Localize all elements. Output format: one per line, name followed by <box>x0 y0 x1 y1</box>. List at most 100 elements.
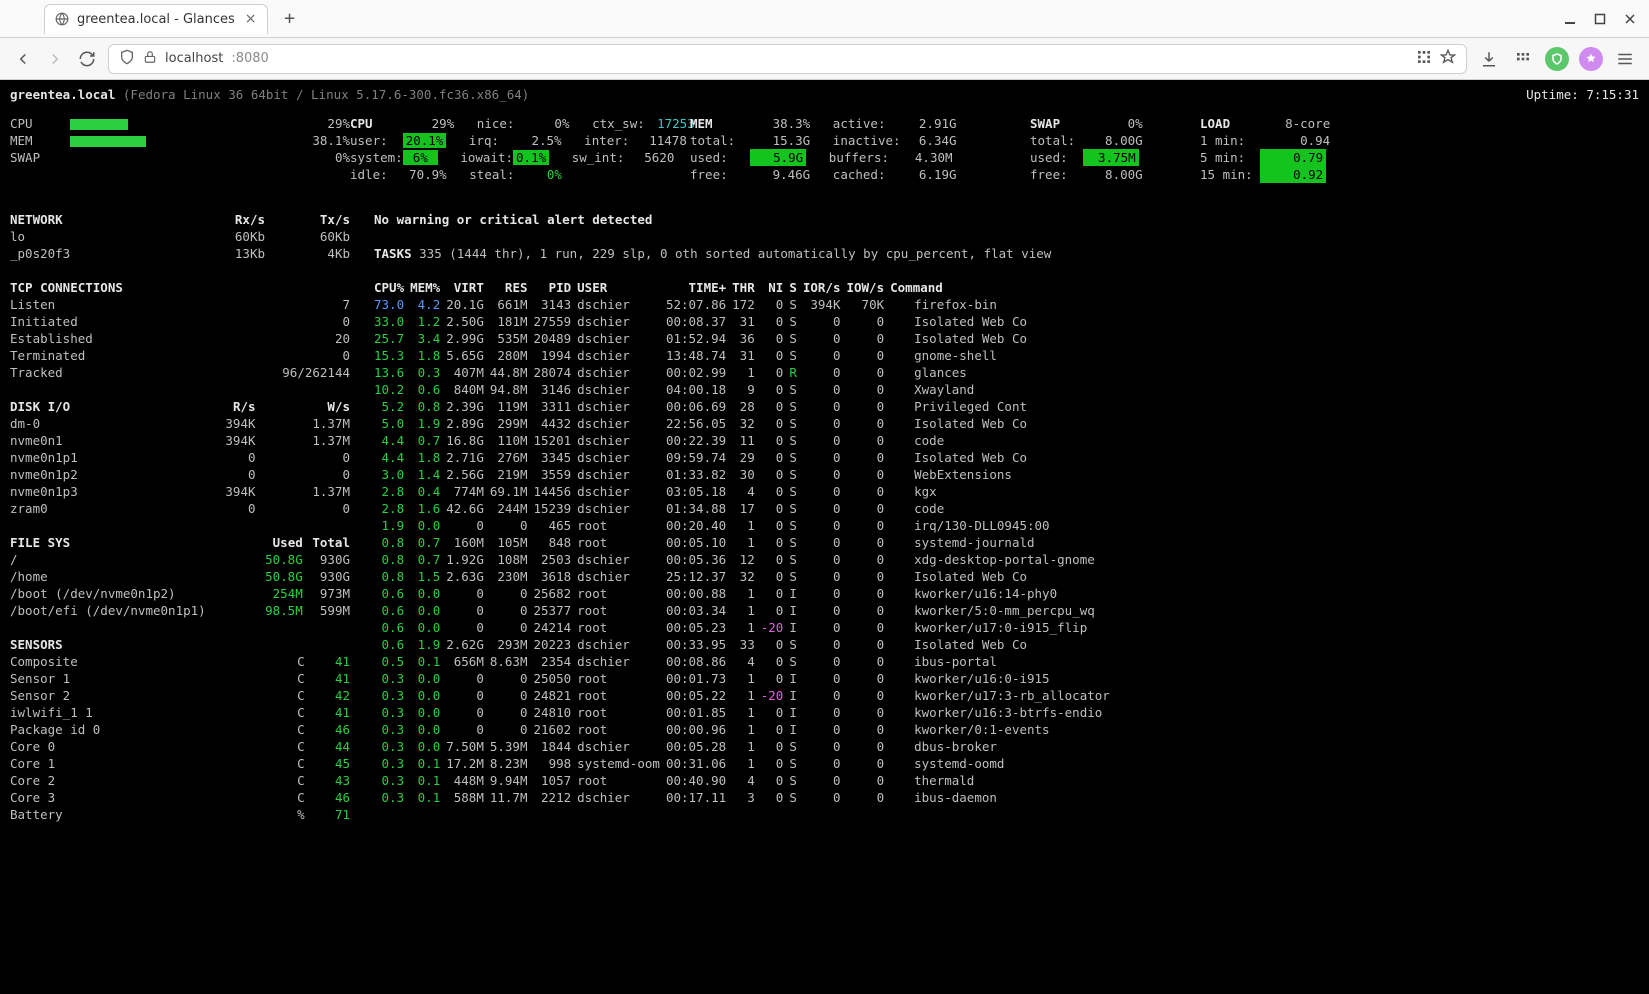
task-header-command: Command <box>890 279 1116 296</box>
cpu-system: 6% <box>403 150 438 165</box>
task-header-iors: IOR/s <box>803 279 847 296</box>
task-row[interactable]: 25.73.42.99G535M20489dschier01:52.94360S… <box>374 330 1116 347</box>
forward-button[interactable] <box>44 48 66 70</box>
task-row[interactable]: 0.30.1588M11.7M2212dschier00:17.1130S00i… <box>374 789 1116 806</box>
diskio-table: DISK I/OR/sW/s dm-0394K1.37Mnvme0n1394K1… <box>10 398 350 517</box>
mem-used: 5.9G <box>750 149 806 166</box>
task-row[interactable]: 0.61.92.62G293M20223dschier00:33.95330S0… <box>374 636 1116 653</box>
task-row[interactable]: 0.60.00025682root00:00.8810I00kworker/u1… <box>374 585 1116 602</box>
network-table: NETWORKRx/sTx/s lo60Kb60Kb_p0s20f313Kb4K… <box>10 211 350 262</box>
task-row[interactable]: 0.30.1448M9.94M1057root00:40.9040S00ther… <box>374 772 1116 789</box>
task-row[interactable]: 2.80.4774M69.1M14456dschier03:05.1840S00… <box>374 483 1116 500</box>
tasks-summary: 335 (1444 thr), 1 run, 229 slp, 0 oth so… <box>419 246 1051 261</box>
back-button[interactable] <box>12 48 34 70</box>
task-row[interactable]: 0.80.7160M105M848root00:05.1010S00system… <box>374 534 1116 551</box>
new-tab-button[interactable]: + <box>278 7 302 31</box>
tab-title: greentea.local - Glances <box>77 12 235 27</box>
alert-line: No warning or critical alert detected <box>374 211 1639 228</box>
window-minimize-button[interactable] <box>1557 6 1583 32</box>
mem-pct2: 38.3% <box>750 115 810 132</box>
task-row[interactable]: 4.41.82.71G276M3345dschier09:59.74290S00… <box>374 449 1116 466</box>
task-row[interactable]: 0.30.00024810root00:01.8510I00kworker/u1… <box>374 704 1116 721</box>
task-header-thr: THR <box>732 279 761 296</box>
load-1: 0.94 <box>1260 132 1330 149</box>
task-row[interactable]: 1.90.000465root00:20.4010S00irq/130-DLL0… <box>374 517 1116 534</box>
reload-button[interactable] <box>76 48 98 70</box>
table-row: nvme0n1p100 <box>10 449 350 466</box>
cpu-inter: 11478 <box>637 132 687 149</box>
downloads-button[interactable] <box>1477 47 1501 71</box>
close-tab-icon[interactable]: × <box>245 12 257 26</box>
window-close-button[interactable] <box>1617 6 1643 32</box>
task-row[interactable]: 5.20.82.39G119M3311dschier00:06.69280S00… <box>374 398 1116 415</box>
task-row[interactable]: 5.01.92.89G299M4432dschier22:56.05320S00… <box>374 415 1116 432</box>
table-row: /boot (/dev/nvme0n1p2)254M973M <box>10 585 350 602</box>
fs-table: FILE SYSUsedTotal /50.8G930G/home50.8G93… <box>10 534 350 619</box>
glances-page: greentea.local (Fedora Linux 36 64bit / … <box>0 80 1649 994</box>
task-row[interactable]: 0.30.00024821root00:05.221-20I00kworker/… <box>374 687 1116 704</box>
sensors-table: SENSORS CompositeC41Sensor 1C41Sensor 2C… <box>10 636 350 823</box>
table-row: /50.8G930G <box>10 551 350 568</box>
task-row[interactable]: 73.04.220.1G661M3143dschier52:07.861720S… <box>374 296 1116 313</box>
task-row[interactable]: 0.60.00025377root00:03.3410I00kworker/5:… <box>374 602 1116 619</box>
table-row: Sensor 1C41 <box>10 670 350 687</box>
table-row: nvme0n1p200 <box>10 466 350 483</box>
top-stats-grid: CPU29% MEM38.1% SWAP0% CPU 29% nice: 0% … <box>10 115 1639 183</box>
table-row: Sensor 2C42 <box>10 687 350 704</box>
shield-icon[interactable] <box>119 49 135 69</box>
url-bar[interactable]: localhost:8080 <box>108 44 1467 74</box>
task-row[interactable]: 13.60.3407M44.8M28074dschier00:02.9910R0… <box>374 364 1116 381</box>
table-row: Established20 <box>10 330 350 347</box>
task-header-iows: IOW/s <box>846 279 890 296</box>
task-row[interactable]: 0.30.00025050root00:01.7310I00kworker/u1… <box>374 670 1116 687</box>
task-row[interactable]: 0.30.07.50M5.39M1844dschier00:05.2810S00… <box>374 738 1116 755</box>
addon-green-icon[interactable] <box>1545 47 1569 71</box>
cpu-ctxsw: 17253 <box>645 115 695 132</box>
swap-used: 3.75M <box>1083 149 1139 166</box>
table-row: Battery%71 <box>10 806 350 823</box>
task-table: CPU%MEM%VIRTRESPIDUSERTIME+THRNISIOR/sIO… <box>374 279 1116 806</box>
table-row: zram000 <box>10 500 350 517</box>
task-row[interactable]: 0.80.71.92G108M2503dschier00:05.36120S00… <box>374 551 1116 568</box>
browser-toolbar: localhost:8080 <box>0 38 1649 80</box>
qr-icon[interactable] <box>1416 49 1432 69</box>
cpu-steal: 0% <box>522 166 562 183</box>
cpu-irq: 2.5% <box>522 132 562 149</box>
globe-icon <box>55 12 69 26</box>
task-row[interactable]: 3.01.42.56G219M3559dschier01:33.82300S00… <box>374 466 1116 483</box>
extensions-button[interactable] <box>1511 47 1535 71</box>
load-15: 0.92 <box>1260 166 1326 183</box>
task-row[interactable]: 33.01.22.50G181M27559dschier00:08.37310S… <box>374 313 1116 330</box>
table-row: Terminated0 <box>10 347 350 364</box>
task-header-cpu: CPU% <box>374 279 410 296</box>
lock-icon[interactable] <box>143 50 157 68</box>
task-header-ni: NI <box>761 279 790 296</box>
menu-button[interactable] <box>1613 47 1637 71</box>
task-row[interactable]: 10.20.6840M94.8M3146dschier04:00.1890S00… <box>374 381 1116 398</box>
uptime: Uptime: 7:15:31 <box>1526 86 1639 103</box>
mem-active: 2.91G <box>901 115 957 132</box>
table-row: Tracked96/262144 <box>10 364 350 381</box>
task-row[interactable]: 4.40.716.8G110M15201dschier00:22.39110S0… <box>374 432 1116 449</box>
table-row: Core 2C43 <box>10 772 350 789</box>
task-row[interactable]: 15.31.85.65G280M1994dschier13:48.74310S0… <box>374 347 1116 364</box>
task-row[interactable]: 0.81.52.63G230M3618dschier25:12.37320S00… <box>374 568 1116 585</box>
task-row[interactable]: 0.30.00021602root00:00.9610I00kworker/0:… <box>374 721 1116 738</box>
task-row[interactable]: 2.81.642.6G244M15239dschier01:34.88170S0… <box>374 500 1116 517</box>
task-header-mem: MEM% <box>410 279 446 296</box>
cpu-iowait: 0.1% <box>513 150 549 165</box>
tcp-table: TCP CONNECTIONS Listen7Initiated0Establi… <box>10 279 350 381</box>
task-row[interactable]: 0.60.00024214root00:05.231-20I00kworker/… <box>374 619 1116 636</box>
mem-inactive: 6.34G <box>901 132 957 149</box>
task-row[interactable]: 0.50.1656M8.63M2354dschier00:08.8640S00i… <box>374 653 1116 670</box>
swap-total: 8.00G <box>1083 132 1143 149</box>
table-row: dm-0394K1.37M <box>10 415 350 432</box>
bookmark-icon[interactable] <box>1440 49 1456 69</box>
swap-pct: 0% <box>1083 115 1143 132</box>
browser-tab[interactable]: greentea.local - Glances × <box>44 4 268 34</box>
load-cores: 8-core <box>1260 115 1330 132</box>
cpu-bar <box>70 119 128 130</box>
addon-purple-icon[interactable] <box>1579 47 1603 71</box>
window-maximize-button[interactable] <box>1587 6 1613 32</box>
task-row[interactable]: 0.30.117.2M8.23M998systemd-oom00:31.0610… <box>374 755 1116 772</box>
